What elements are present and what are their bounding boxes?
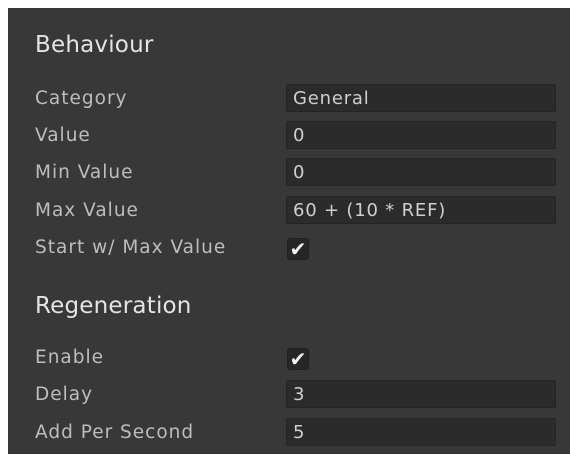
- start-max-value-checkbox[interactable]: ✔: [287, 238, 309, 260]
- inspector-panel: Behaviour Category Value Min Value Max V…: [8, 8, 570, 454]
- add-per-second-label: Add Per Second: [35, 422, 195, 443]
- value-label: Value: [35, 125, 91, 146]
- category-field[interactable]: [286, 84, 556, 112]
- regeneration-header: Regeneration: [35, 293, 192, 319]
- enable-row: Enable ✔: [8, 341, 570, 377]
- category-label: Category: [35, 88, 128, 109]
- max-value-field[interactable]: [286, 196, 556, 224]
- min-value-field[interactable]: [286, 158, 556, 186]
- checkmark-icon: ✔: [289, 347, 307, 371]
- checkmark-icon: ✔: [289, 237, 307, 261]
- start-max-value-label: Start w/ Max Value: [35, 237, 227, 258]
- enable-label: Enable: [35, 347, 105, 368]
- min-value-label: Min Value: [35, 162, 134, 183]
- value-field[interactable]: [286, 121, 556, 149]
- behaviour-header: Behaviour: [35, 32, 154, 58]
- max-value-label: Max Value: [35, 200, 139, 221]
- enable-checkbox[interactable]: ✔: [287, 348, 309, 370]
- delay-field[interactable]: [286, 380, 556, 408]
- min-value-row: Min Value: [8, 156, 570, 192]
- delay-label: Delay: [35, 384, 94, 405]
- start-max-value-row: Start w/ Max Value ✔: [8, 231, 570, 267]
- max-value-row: Max Value: [8, 194, 570, 230]
- add-per-second-row: Add Per Second: [8, 416, 570, 452]
- delay-row: Delay: [8, 378, 570, 414]
- add-per-second-field[interactable]: [286, 418, 556, 446]
- value-row: Value: [8, 119, 570, 155]
- category-row: Category: [8, 82, 570, 118]
